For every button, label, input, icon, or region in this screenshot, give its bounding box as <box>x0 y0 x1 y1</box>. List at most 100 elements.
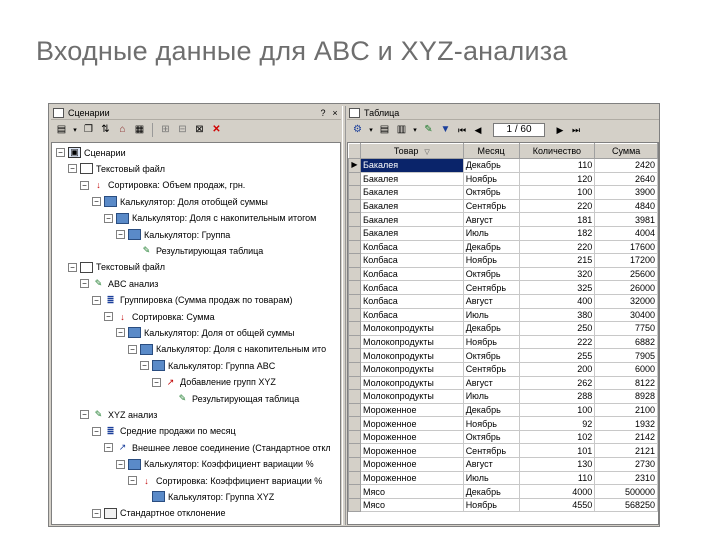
cell-month[interactable]: Август <box>462 212 520 227</box>
cell-quantity[interactable]: 215 <box>518 253 596 268</box>
copy-icon[interactable]: ❐ <box>81 123 96 138</box>
table-row[interactable]: ▶ Бакалея Декабрь 110 2420 <box>348 158 658 173</box>
cell-month[interactable]: Ноябрь <box>462 497 520 513</box>
wizard-icon[interactable]: ✎ <box>421 123 436 138</box>
cell-quantity[interactable]: 110 <box>518 158 596 173</box>
cell-month[interactable]: Ноябрь <box>462 171 520 187</box>
column-header-product[interactable]: Товар ▽ <box>359 143 464 159</box>
table-row[interactable]: Мороженное Октябрь 102 2142 <box>348 429 658 445</box>
table-row[interactable]: Бакалея Ноябрь 120 2640 <box>348 171 658 187</box>
tree-collapse-icon[interactable]: − <box>116 459 125 469</box>
tree-collapse-icon[interactable]: − <box>128 476 137 485</box>
tree-item[interactable]: − ▣ Сценарии <box>56 146 126 159</box>
cell-sum[interactable]: 2640 <box>594 171 658 187</box>
cell-month[interactable]: Сентябрь <box>462 443 520 459</box>
cell-sum[interactable]: 2730 <box>594 457 658 472</box>
cell-quantity[interactable]: 102 <box>518 429 596 445</box>
cell-product[interactable]: Молокопродукты <box>359 375 464 391</box>
table-row[interactable]: Бакалея Июль 182 4004 <box>348 225 658 241</box>
cell-product[interactable]: Молокопродукты <box>359 361 464 377</box>
cell-month[interactable]: Октябрь <box>462 348 520 363</box>
cell-quantity[interactable]: 100 <box>518 185 596 200</box>
tree-item[interactable]: Калькулятор: Группа XYZ <box>140 490 274 503</box>
table-row[interactable]: Молокопродукты Ноябрь 222 6882 <box>348 334 658 350</box>
tree-item[interactable]: − Калькулятор: Группа <box>116 228 230 241</box>
cell-month[interactable]: Декабрь <box>462 321 520 336</box>
tree-collapse-icon[interactable]: − <box>104 443 113 453</box>
table-row[interactable]: Бакалея Сентябрь 220 4840 <box>348 198 658 214</box>
cell-product[interactable]: Мороженное <box>359 416 464 431</box>
row-indicator[interactable] <box>348 429 361 445</box>
tree-item[interactable]: − ↗ Добавление групп XYZ <box>152 376 276 389</box>
cell-month[interactable]: Октябрь <box>462 429 520 445</box>
cell-product[interactable]: Молокопродукты <box>359 389 464 404</box>
row-indicator[interactable] <box>348 361 361 377</box>
row-indicator[interactable] <box>348 389 361 404</box>
cell-sum[interactable]: 2142 <box>594 429 658 445</box>
cell-month[interactable]: Ноябрь <box>462 416 520 431</box>
cell-month[interactable]: Сентябрь <box>462 198 520 214</box>
row-indicator[interactable] <box>348 484 361 499</box>
tree-collapse-icon[interactable]: − <box>68 262 77 272</box>
collapse-icon[interactable]: ⊠ <box>192 123 207 138</box>
cell-sum[interactable]: 7750 <box>594 321 658 336</box>
table-row[interactable]: Колбаса Ноябрь 215 17200 <box>348 253 658 268</box>
tree-item[interactable]: − ✎ ABC анализ <box>80 277 158 290</box>
cell-product[interactable]: Колбаса <box>359 253 464 268</box>
row-indicator[interactable] <box>348 266 361 282</box>
table-row[interactable]: Молокопродукты Октябрь 255 7905 <box>348 348 658 363</box>
cell-quantity[interactable]: 92 <box>518 416 596 431</box>
row-indicator[interactable] <box>348 470 361 486</box>
tree-item[interactable]: − Калькулятор: Доля с накопительным итого… <box>104 212 316 225</box>
cell-month[interactable]: Декабрь <box>462 239 520 255</box>
cell-product[interactable]: Мясо <box>359 484 464 499</box>
cell-quantity[interactable]: 4000 <box>518 484 596 499</box>
table-row[interactable]: Молокопродукты Июль 288 8928 <box>348 389 658 404</box>
cell-product[interactable]: Молокопродукты <box>359 348 464 363</box>
next-record-icon[interactable]: ▶ <box>553 125 567 136</box>
last-record-icon[interactable]: ⏭ <box>569 125 583 136</box>
tree-collapse-icon[interactable]: − <box>116 328 125 338</box>
cell-month[interactable]: Сентябрь <box>462 280 520 295</box>
table-row[interactable]: Мороженное Сентябрь 101 2121 <box>348 443 658 459</box>
current-row-indicator-icon[interactable]: ▶ <box>348 158 361 173</box>
cell-product[interactable]: Бакалея <box>359 158 464 173</box>
cell-sum[interactable]: 4840 <box>594 198 658 214</box>
cell-quantity[interactable]: 182 <box>518 225 596 241</box>
cell-quantity[interactable]: 110 <box>518 470 596 486</box>
properties-icon[interactable]: ▤ <box>54 123 69 138</box>
cell-quantity[interactable]: 220 <box>518 198 596 214</box>
cell-quantity[interactable]: 222 <box>518 334 596 350</box>
data-grid[interactable]: Товар ▽ Месяц Количество Сумма ▶ Бакалея Де… <box>347 142 659 525</box>
cell-quantity[interactable]: 4550 <box>518 497 596 513</box>
cell-sum[interactable]: 2420 <box>594 158 658 173</box>
tree-item[interactable]: − Калькулятор: Доля от общей суммы <box>116 326 295 339</box>
visualizers-dropdown-icon[interactable]: ▾ <box>367 126 375 134</box>
table-row[interactable]: Мясо Декабрь 4000 500000 <box>348 484 658 499</box>
cell-month[interactable]: Октябрь <box>462 266 520 282</box>
cell-quantity[interactable]: 380 <box>518 307 596 323</box>
cell-product[interactable]: Мороженное <box>359 457 464 472</box>
tree-collapse-icon[interactable]: − <box>128 344 137 354</box>
row-indicator[interactable] <box>348 280 361 295</box>
cell-product[interactable]: Мороженное <box>359 402 464 418</box>
prev-record-icon[interactable]: ◀ <box>471 125 485 136</box>
table-row[interactable]: Мороженное Декабрь 100 2100 <box>348 402 658 418</box>
cell-sum[interactable]: 3900 <box>594 185 658 200</box>
row-indicator[interactable] <box>348 185 361 200</box>
table-row[interactable]: Колбаса Сентябрь 325 26000 <box>348 280 658 295</box>
tree-collapse-icon[interactable]: − <box>104 312 113 321</box>
cell-product[interactable]: Мороженное <box>359 443 464 459</box>
cell-product[interactable]: Мясо <box>359 497 464 513</box>
table-row[interactable]: Колбаса Октябрь 320 25600 <box>348 266 658 282</box>
cell-sum[interactable]: 2310 <box>594 470 658 486</box>
cell-sum[interactable]: 26000 <box>594 280 658 295</box>
table-row[interactable]: Колбаса Июль 380 30400 <box>348 307 658 323</box>
row-indicator[interactable] <box>348 416 361 431</box>
cell-product[interactable]: Молокопродукты <box>359 334 464 350</box>
tree-item[interactable]: − ↓ Сортировка: Коэффициент вариации % <box>128 474 322 487</box>
cell-sum[interactable]: 500000 <box>594 484 658 499</box>
report-icon[interactable]: ▦ <box>132 123 147 138</box>
cell-quantity[interactable]: 100 <box>518 402 596 418</box>
panel-splitter[interactable] <box>342 106 346 525</box>
